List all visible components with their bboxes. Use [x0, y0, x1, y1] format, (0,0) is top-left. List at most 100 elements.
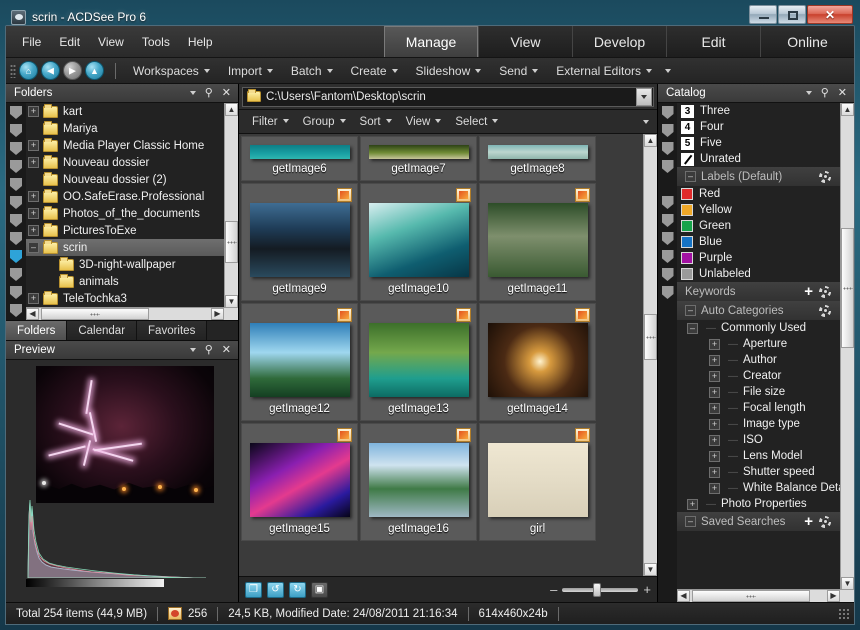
folder-filter-shield-icon[interactable] [10, 178, 22, 191]
menu-file[interactable]: File [22, 35, 41, 49]
folder-tree-item[interactable]: +Nouveau dossier [26, 154, 238, 171]
thumbnail-image[interactable] [250, 203, 350, 277]
filterbar-overflow-icon[interactable] [643, 120, 649, 124]
catalog-section-header[interactable]: Keywords+ [677, 282, 854, 301]
thumbnail-image[interactable] [250, 145, 350, 159]
menu-edit[interactable]: Edit [59, 35, 80, 49]
thumbnail-cell[interactable]: getImage8 [479, 136, 596, 181]
folder-tree-item[interactable]: +Photos_of_the_documents [26, 205, 238, 222]
resize-grip[interactable] [838, 608, 850, 620]
catalog-label-item[interactable]: Yellow [677, 202, 854, 218]
folder-filter-shield-icon[interactable] [10, 232, 22, 245]
expand-icon[interactable]: + [28, 191, 39, 202]
add-image-button[interactable]: ❐ [245, 582, 262, 598]
filter-menu[interactable]: Filter [245, 116, 296, 128]
folder-tree-item[interactable]: +Media Player Classic Home [26, 137, 238, 154]
catalog-label-item[interactable]: Red [677, 186, 854, 202]
thumbnail-cell[interactable]: getImage11 [479, 183, 596, 301]
folder-filter-shield-icon[interactable] [10, 106, 22, 119]
tab-online[interactable]: Online [760, 26, 854, 57]
zoom-slider-knob[interactable] [593, 583, 601, 597]
expand-icon[interactable]: + [28, 208, 39, 219]
back-icon[interactable]: ◀ [41, 61, 60, 80]
catalog-vscrollbar[interactable]: ▲ ▼ [840, 103, 854, 590]
tab-calendar[interactable]: Calendar [67, 321, 137, 340]
thumbnail-image[interactable] [488, 145, 588, 159]
catalog-filter-shield-icon[interactable] [662, 196, 674, 209]
thumbnail-image[interactable] [369, 443, 469, 517]
catalog-auto-category-item[interactable]: +—Aperture [677, 336, 854, 352]
panel-menu-icon[interactable] [190, 348, 196, 352]
rotate-right-button[interactable]: ↻ [289, 582, 306, 598]
catalog-section-header[interactable]: –Saved Searches+ [677, 512, 854, 531]
add-icon[interactable]: + [804, 514, 813, 529]
pin-icon[interactable]: ⚲ [205, 345, 213, 356]
thumbnail-cell[interactable]: getImage15 [241, 423, 358, 541]
catalog-rating-item[interactable]: 4Four [677, 119, 854, 135]
toolbar-workspaces[interactable]: Workspaces [124, 64, 219, 78]
tab-develop[interactable]: Develop [572, 26, 666, 57]
catalog-section-header[interactable]: –Labels (Default) [677, 167, 854, 186]
folder-filter-shield-icon[interactable] [10, 160, 22, 173]
catalog-filter-shield-icon[interactable] [662, 286, 674, 299]
tab-manage[interactable]: Manage [384, 26, 478, 57]
thumbnail-image[interactable] [488, 443, 588, 517]
preview-image[interactable] [36, 366, 214, 503]
scroll-right-icon[interactable]: ▶ [211, 308, 224, 320]
catalog-auto-category-item[interactable]: +—Author [677, 352, 854, 368]
collapse-icon[interactable]: – [685, 305, 696, 316]
folder-tree-item[interactable]: +OO.SafeErase.Professional [26, 188, 238, 205]
folder-filter-shield-icon[interactable] [10, 304, 22, 317]
hscroll-thumb[interactable] [41, 308, 149, 320]
folder-tree-item[interactable]: +TeleTochka3 [26, 290, 238, 307]
folder-filter-shield-icon[interactable] [10, 196, 22, 209]
catalog-auto-category-item[interactable]: +—ISO [677, 432, 854, 448]
expand-icon[interactable]: + [709, 387, 720, 398]
catalog-label-item[interactable]: Purple [677, 250, 854, 266]
catalog-rating-item[interactable]: 3Three [677, 103, 854, 119]
toolbar-overflow-icon[interactable] [665, 69, 671, 73]
panel-menu-icon[interactable] [190, 91, 196, 95]
folder-tree-item[interactable]: +PicturesToExe [26, 222, 238, 239]
zoom-in-button[interactable]: + [643, 583, 651, 596]
gear-icon[interactable] [819, 286, 831, 298]
scroll-up-icon[interactable]: ▲ [225, 103, 238, 116]
expand-icon[interactable]: + [28, 106, 39, 117]
thumbnail-image[interactable] [488, 323, 588, 397]
catalog-filter-shield-icon[interactable] [662, 232, 674, 245]
thumbnail-vscrollbar[interactable]: ▲ ▼ [643, 134, 657, 576]
folder-filter-shield-icon[interactable] [10, 286, 22, 299]
expand-icon[interactable]: + [687, 499, 698, 510]
catalog-auto-category-item[interactable]: –—Commonly Used [677, 320, 854, 336]
menu-view[interactable]: View [98, 35, 124, 49]
collapse-icon[interactable]: – [28, 242, 39, 253]
catalog-auto-category-item[interactable]: +—White Balance Details [677, 480, 854, 496]
expand-icon[interactable]: + [28, 225, 39, 236]
toolbar-slideshow[interactable]: Slideshow [407, 64, 491, 78]
gear-icon[interactable] [819, 171, 831, 183]
expand-icon[interactable]: + [709, 355, 720, 366]
forward-icon[interactable]: ▶ [63, 61, 82, 80]
maximize-button[interactable] [778, 5, 806, 24]
thumbnail-image[interactable] [250, 443, 350, 517]
toolbar-import[interactable]: Import [219, 64, 282, 78]
thumbnail-image[interactable] [488, 203, 588, 277]
gear-icon[interactable] [819, 516, 831, 528]
collapse-icon[interactable]: – [687, 323, 698, 334]
thumbnail-cell[interactable]: getImage6 [241, 136, 358, 181]
folder-tree-item[interactable]: Mariya [26, 120, 238, 137]
gear-icon[interactable] [819, 305, 831, 317]
toolbar-send[interactable]: Send [490, 64, 547, 78]
catalog-filter-shield-icon[interactable] [662, 250, 674, 263]
toolbar-batch[interactable]: Batch [282, 64, 342, 78]
catalog-auto-category-item[interactable]: +—Creator [677, 368, 854, 384]
folder-tree-item[interactable]: 3D-night-wallpaper [26, 256, 238, 273]
expand-icon[interactable]: + [709, 467, 720, 478]
catalog-label-item[interactable]: Blue [677, 234, 854, 250]
scroll-thumb[interactable] [225, 221, 238, 263]
scroll-thumb[interactable] [841, 228, 854, 348]
home-icon[interactable]: ⌂ [19, 61, 38, 80]
expand-icon[interactable]: + [709, 451, 720, 462]
sort-menu[interactable]: Sort [353, 116, 399, 128]
collapse-icon[interactable]: – [685, 516, 696, 527]
